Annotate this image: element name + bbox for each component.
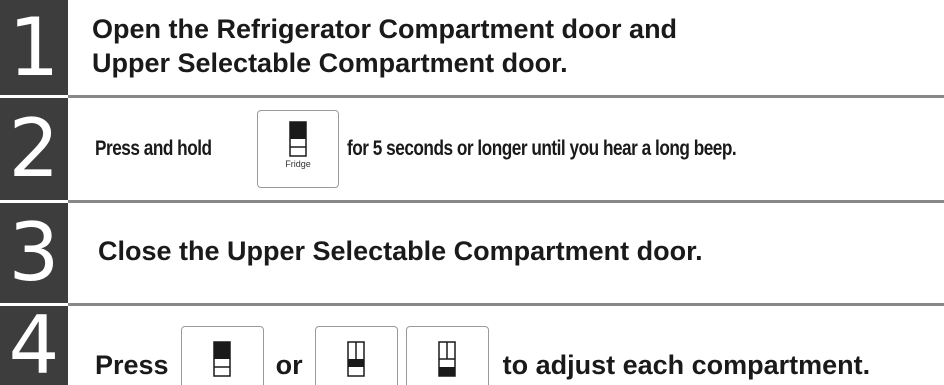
instruction-line: Open the Refrigerator Compartment door a… [92,14,678,44]
step-text-after: to adjust each compartment. [502,350,871,380]
step-text-or: or [275,350,303,380]
upper-compartment-dark-icon [213,341,231,377]
step-number: 2 [0,98,68,200]
step-text-press: Press [95,350,169,380]
fridge-button-label: Fridge [285,159,311,169]
upper-compartment-button[interactable] [180,326,264,385]
lower-compartment-button[interactable] [405,326,489,385]
step-text-after: for 5 seconds or longer until you hear a… [347,137,737,160]
middle-compartment-dark-icon [347,341,365,377]
lower-compartment-dark-icon [438,341,456,377]
step-4: 4 Press or to adjust each compartment. [0,306,944,385]
step-instruction: Open the Refrigerator Compartment door a… [92,12,677,80]
fridge-button[interactable]: Fridge [257,110,339,188]
fridge-upper-dark-icon [289,121,307,157]
step-3: 3 Close the Upper Selectable Compartment… [0,203,944,303]
step-number: 3 [0,203,68,303]
middle-compartment-button[interactable] [314,326,398,385]
instruction-line: Upper Selectable Compartment door. [92,48,568,78]
step-2: 2 Press and hold Fridge for 5 seconds or… [0,98,944,200]
step-number: 4 [0,306,68,385]
step-instruction: Close the Upper Selectable Compartment d… [98,236,703,266]
step-text-before: Press and hold [95,137,212,160]
step-1: 1 Open the Refrigerator Compartment door… [0,0,944,95]
step-number: 1 [0,0,68,95]
